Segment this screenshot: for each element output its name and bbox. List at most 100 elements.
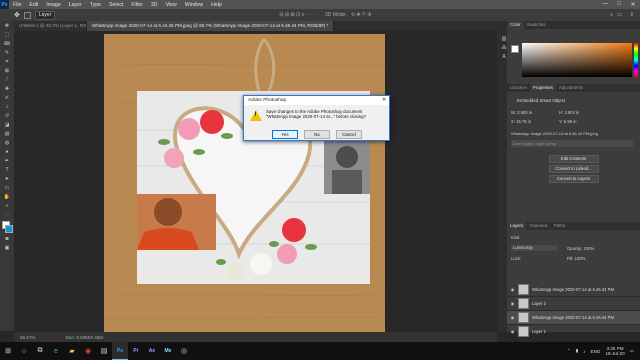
menu-type[interactable]: Type [86, 2, 105, 8]
menu-help[interactable]: Help [207, 2, 226, 8]
document-canvas-image[interactable] [104, 34, 385, 332]
color-picker[interactable] [522, 43, 632, 77]
healing-brush-tool-icon[interactable]: ✚ [2, 85, 12, 93]
layer-row-3[interactable]: ◉ WhatsApp Image 2020-07-14 at 6.46.44 P… [507, 311, 640, 325]
notifications-icon[interactable]: ▭ [630, 348, 634, 354]
eyedropper-tool-icon[interactable]: ⁄ [2, 76, 12, 84]
auto-select-checkbox[interactable] [23, 11, 31, 19]
hand-tool-icon[interactable]: ✋ [2, 193, 12, 201]
search-icon[interactable]: ○ [16, 342, 32, 360]
screen-mode-icon[interactable]: ▣ [2, 244, 12, 252]
language-indicator[interactable]: ENG [591, 349, 601, 354]
maximize-button[interactable]: □ [612, 1, 626, 8]
quick-select-tool-icon[interactable]: ✎ [2, 49, 12, 57]
hue-slider[interactable] [634, 43, 638, 77]
frame-tool-icon[interactable]: ⊠ [2, 67, 12, 75]
more-tools-icon[interactable]: ⋯ [2, 211, 12, 219]
3d-mode-icons[interactable]: ⟲ ✥ ⤧ ✣ [351, 12, 372, 18]
edit-contents-button[interactable]: Edit Contents [548, 155, 599, 163]
share-icon[interactable]: ⇪ [630, 12, 634, 18]
convert-to-linked-button[interactable]: Convert to Linked... [548, 165, 599, 173]
menu-view[interactable]: View [162, 2, 181, 8]
color-swatches[interactable] [0, 220, 14, 234]
tab-color[interactable]: Color [507, 21, 524, 29]
tab-adjustments[interactable]: Adjustments [556, 84, 586, 92]
menu-select[interactable]: Select [105, 2, 127, 8]
layer-row-1[interactable]: ◉ WhatsApp Image 2020-07-14 at 6.46.44 P… [507, 283, 640, 297]
edge-icon[interactable]: e [48, 342, 64, 360]
close-window-button[interactable]: ✕ [626, 1, 640, 8]
file-explorer-icon[interactable]: ▰ [64, 342, 80, 360]
x-field[interactable]: X: 15.76 in [511, 119, 531, 124]
notepad-icon[interactable]: ▤ [96, 342, 112, 360]
brush-tool-icon[interactable]: ✐ [2, 94, 12, 102]
menu-file[interactable]: File [9, 2, 25, 8]
tab-swatches[interactable]: Swatches [524, 21, 549, 29]
type-tool-icon[interactable]: T [2, 166, 12, 174]
history-brush-tool-icon[interactable]: ↺ [2, 112, 12, 120]
dodge-tool-icon[interactable]: ● [2, 148, 12, 156]
y-field[interactable]: Y: 5.98 in [559, 119, 576, 124]
eraser-tool-icon[interactable]: ◪ [2, 121, 12, 129]
width-field[interactable]: W: 2.600 in [511, 110, 532, 115]
gradient-tool-icon[interactable]: ▤ [2, 130, 12, 138]
pen-tool-icon[interactable]: ✒ [2, 157, 12, 165]
menu-image[interactable]: Image [42, 2, 64, 8]
volume-icon[interactable]: ♪ [583, 349, 585, 354]
visibility-eye-icon[interactable]: ◉ [510, 301, 515, 306]
close-icon[interactable]: ✕ [379, 96, 389, 105]
path-select-tool-icon[interactable]: ➤ [2, 175, 12, 183]
photoshop-logo-icon[interactable]: Ps [0, 0, 9, 9]
menu-window[interactable]: Window [181, 2, 207, 8]
clone-stamp-tool-icon[interactable]: ⊥ [2, 103, 12, 111]
fill-field[interactable]: Fill: 100% [567, 256, 585, 261]
after-effects-taskbar-icon[interactable]: Ae [144, 342, 160, 360]
tray-chevron-icon[interactable]: ⌃ [567, 348, 571, 354]
photoshop-taskbar-icon[interactable]: Ps [112, 342, 128, 360]
align-icons[interactable]: ⊟ ⊞ ⊠ ⊡ ≡ ⋯ [279, 12, 311, 18]
start-icon[interactable]: ⊞ [0, 342, 16, 360]
app-taskbar-icon[interactable]: ◎ [176, 342, 192, 360]
minimize-button[interactable]: — [598, 1, 612, 8]
chrome-icon[interactable]: ◉ [80, 342, 96, 360]
yes-button[interactable]: Yes [272, 130, 298, 139]
tab-properties[interactable]: Properties [529, 84, 556, 92]
media-encoder-taskbar-icon[interactable]: Me [160, 342, 176, 360]
visibility-eye-icon[interactable]: ◉ [510, 329, 515, 334]
height-field[interactable]: H: 3.903 in [559, 110, 579, 115]
crop-tool-icon[interactable]: ⌗ [2, 58, 12, 66]
cancel-button[interactable]: Cancel [336, 130, 362, 139]
rectangle-tool-icon[interactable]: ▭ [2, 184, 12, 192]
move-tool-icon[interactable]: ✥ [14, 11, 20, 19]
layer-filter-kind[interactable]: Kind [511, 235, 519, 240]
blend-mode-select[interactable]: Luminosity [511, 245, 557, 251]
tab-layers[interactable]: Layers [507, 222, 527, 230]
layer-row-2[interactable]: ◉ Layer 2 [507, 297, 640, 311]
auto-select-target-dropdown[interactable]: Layer [34, 10, 56, 20]
layer-comp-select[interactable]: Don't Apply Layer Comp [511, 140, 633, 147]
background-color-swatch[interactable] [5, 225, 13, 233]
zoom-tool-icon[interactable]: ⌕ [2, 202, 12, 210]
tab-whatsapp-image[interactable]: WhatsApp Image 2020-07-14 at 6.44.36 PM.… [87, 21, 335, 31]
visibility-eye-icon[interactable]: ◉ [510, 287, 515, 292]
opacity-field[interactable]: Opacity: 100% [567, 246, 594, 251]
workspace-icon[interactable]: ▭ [617, 12, 622, 18]
network-icon[interactable]: ▮ [576, 348, 579, 354]
fg-color-chip[interactable] [511, 45, 519, 53]
visibility-eye-icon[interactable]: ◉ [510, 315, 515, 320]
tab-untitled-1[interactable]: Untitled-1 @ 33.3% (Layer 1, RGB/8#) * [14, 21, 87, 31]
tab-channels[interactable]: Channels [526, 222, 551, 230]
premiere-taskbar-icon[interactable]: Pr [128, 342, 144, 360]
menu-3d[interactable]: 3D [147, 2, 162, 8]
menu-filter[interactable]: Filter [127, 2, 147, 8]
move-tool-icon[interactable]: ✥ [2, 22, 12, 30]
marquee-tool-icon[interactable]: ⬚ [2, 31, 12, 39]
convert-to-layers-button[interactable]: Convert to Layers [548, 175, 599, 183]
clock[interactable]: 3:25 PM 18-Jul-20 [606, 346, 625, 357]
quick-mask-icon[interactable]: ◙ [2, 235, 12, 243]
zoom-level[interactable]: 66.67% [20, 335, 36, 340]
blur-tool-icon[interactable]: ◍ [2, 139, 12, 147]
task-view-icon[interactable]: ⧉ [32, 342, 48, 360]
no-button[interactable]: No [304, 130, 330, 139]
menu-edit[interactable]: Edit [25, 2, 42, 8]
